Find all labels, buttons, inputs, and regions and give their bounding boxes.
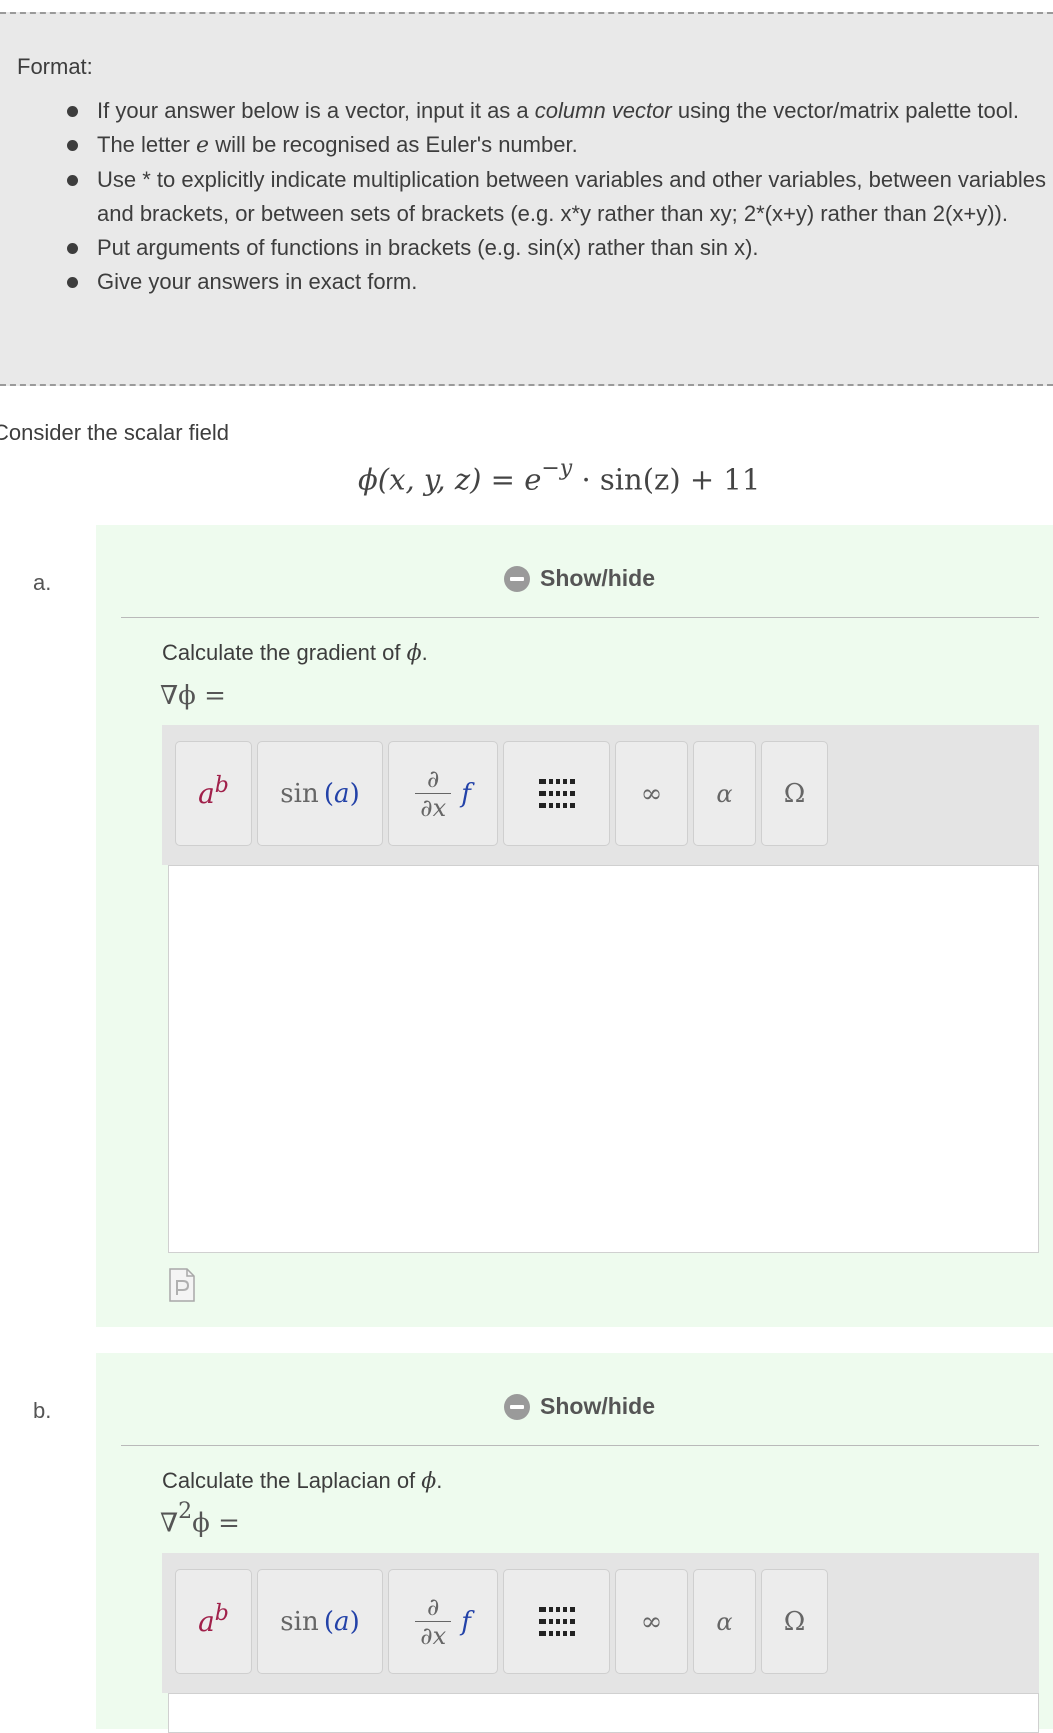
showhide-label: Show/hide bbox=[540, 565, 655, 591]
symbols-button[interactable]: Ω bbox=[761, 741, 828, 846]
matrix-button[interactable] bbox=[503, 741, 610, 846]
part-b-question: Calculate the Laplacian of ϕ. bbox=[162, 1468, 443, 1494]
infinity-button[interactable]: ∞ bbox=[615, 741, 688, 846]
part-a-panel: Show/hide Calculate the gradient of ϕ. ∇… bbox=[96, 525, 1053, 1327]
derivative-button[interactable]: ∂ ∂x f bbox=[388, 1569, 498, 1674]
part-b-answer-lhs: ∇2ϕ = bbox=[160, 1499, 240, 1539]
part-a-label: a. bbox=[33, 570, 52, 595]
format-bullet-multiplication: Use * to explicitly indicate multiplicat… bbox=[0, 163, 1047, 231]
collapse-icon bbox=[504, 1393, 530, 1420]
derivative-button[interactable]: ∂ ∂x f bbox=[388, 741, 498, 846]
part-a-answer-lhs: ∇ϕ = bbox=[160, 681, 226, 711]
format-instructions: Format: If your answer below is a vector… bbox=[0, 12, 1053, 386]
format-bullet-exact: Give your answers in exact form. bbox=[0, 265, 1047, 299]
function-button[interactable]: sin (a) bbox=[257, 741, 383, 846]
divider bbox=[121, 1445, 1039, 1446]
power-button[interactable]: ab bbox=[175, 1569, 252, 1674]
showhide-label: Show/hide bbox=[540, 1393, 655, 1419]
greek-button[interactable]: α bbox=[693, 1569, 756, 1674]
part-a-answer-editor[interactable] bbox=[168, 865, 1039, 1253]
matrix-grid-icon bbox=[538, 1606, 575, 1636]
function-button[interactable]: sin (a) bbox=[257, 1569, 383, 1674]
part-b-label: b. bbox=[33, 1398, 52, 1423]
format-bullet-brackets: Put arguments of functions in brackets (… bbox=[0, 231, 1047, 265]
format-list: If your answer below is a vector, input … bbox=[0, 94, 1047, 299]
intro-text: Consider the scalar field bbox=[0, 420, 230, 445]
format-bullet-euler: The letter e will be recognised as Euler… bbox=[0, 128, 1047, 163]
part-a-showhide-toggle[interactable]: Show/hide bbox=[504, 565, 655, 592]
matrix-button[interactable] bbox=[503, 1569, 610, 1674]
divider bbox=[121, 617, 1039, 618]
format-title: Format: bbox=[17, 54, 93, 79]
part-a-question: Calculate the gradient of ϕ. bbox=[162, 640, 428, 666]
greek-button[interactable]: α bbox=[693, 741, 756, 846]
infinity-button[interactable]: ∞ bbox=[615, 1569, 688, 1674]
preview-document-icon[interactable] bbox=[168, 1267, 196, 1303]
part-b-answer-editor[interactable] bbox=[168, 1693, 1039, 1733]
scalar-field-equation: ϕ(x, y, z) = e−y · sin(z) + 11 bbox=[358, 456, 761, 497]
power-button[interactable]: ab bbox=[175, 741, 252, 846]
part-b-panel: Show/hide Calculate the Laplacian of ϕ. … bbox=[96, 1353, 1053, 1733]
part-b-math-toolbar: ab sin (a) ∂ ∂x f ∞ α Ω bbox=[162, 1553, 1039, 1693]
part-b-showhide-toggle[interactable]: Show/hide bbox=[504, 1393, 655, 1420]
symbols-button[interactable]: Ω bbox=[761, 1569, 828, 1674]
collapse-icon bbox=[504, 565, 530, 592]
format-bullet-vector: If your answer below is a vector, input … bbox=[0, 94, 1047, 128]
matrix-grid-icon bbox=[538, 778, 575, 808]
part-a-math-toolbar: ab sin (a) ∂ ∂x f ∞ α Ω bbox=[162, 725, 1039, 865]
